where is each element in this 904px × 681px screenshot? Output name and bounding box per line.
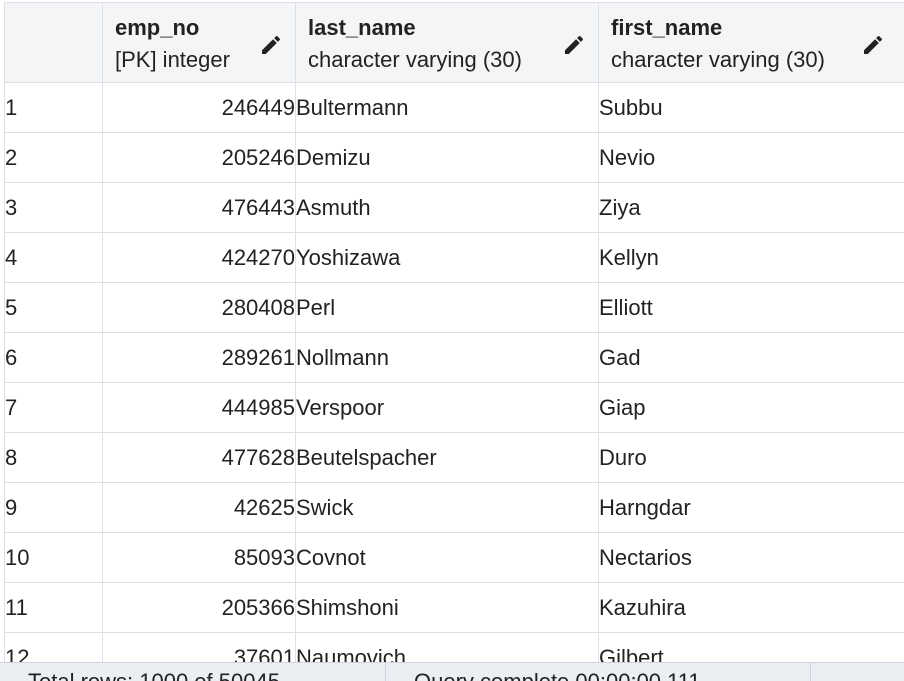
column-name: last_name [308, 15, 416, 41]
first-name-cell[interactable]: Nectarios [599, 533, 904, 583]
emp-no-cell[interactable]: 477628 [103, 433, 296, 483]
last-name-cell[interactable]: Swick [296, 483, 599, 533]
row-number-cell[interactable]: 6 [5, 333, 103, 383]
emp-no-cell[interactable]: 289261 [103, 333, 296, 383]
result-grid: emp_no [PK] integer last_name character … [4, 2, 904, 662]
table-row[interactable]: 942625SwickHarngdar [5, 483, 904, 533]
row-number-cell[interactable]: 2 [5, 133, 103, 183]
total-rows-text: Total rows: 1000 of 50045 [28, 669, 280, 681]
emp-no-cell[interactable]: 246449 [103, 83, 296, 133]
table-row[interactable]: 8477628BeutelspacherDuro [5, 433, 904, 483]
status-bar: Total rows: 1000 of 50045 Query complete… [0, 662, 904, 681]
row-number-cell[interactable]: 9 [5, 483, 103, 533]
first-name-cell[interactable]: Harngdar [599, 483, 904, 533]
last-name-cell[interactable]: Beutelspacher [296, 433, 599, 483]
column-type: character varying (30) [308, 47, 522, 73]
query-complete-text: Query complete 00:00:00.111 [414, 669, 701, 681]
emp-no-cell[interactable]: 444985 [103, 383, 296, 433]
first-name-cell[interactable]: Kazuhira [599, 583, 904, 633]
column-name: first_name [611, 15, 722, 41]
pencil-icon[interactable] [562, 33, 586, 57]
first-name-cell[interactable]: Gilbert [599, 633, 904, 663]
table-row[interactable]: 3476443AsmuthZiya [5, 183, 904, 233]
last-name-cell[interactable]: Bultermann [296, 83, 599, 133]
last-name-cell[interactable]: Naumovich [296, 633, 599, 663]
last-name-cell[interactable]: Demizu [296, 133, 599, 183]
table-row[interactable]: 4424270YoshizawaKellyn [5, 233, 904, 283]
last-name-cell[interactable]: Covnot [296, 533, 599, 583]
status-total-rows: Total rows: 1000 of 50045 [0, 663, 386, 681]
first-name-cell[interactable]: Duro [599, 433, 904, 483]
table-row[interactable]: 1237601NaumovichGilbert [5, 633, 904, 663]
table-row[interactable]: 1085093CovnotNectarios [5, 533, 904, 583]
table-row[interactable]: 6289261NollmannGad [5, 333, 904, 383]
row-number-cell[interactable]: 8 [5, 433, 103, 483]
row-number-cell[interactable]: 12 [5, 633, 103, 663]
emp-no-cell[interactable]: 85093 [103, 533, 296, 583]
row-number-cell[interactable]: 7 [5, 383, 103, 433]
table-row[interactable]: 5280408PerlElliott [5, 283, 904, 333]
emp-no-cell[interactable]: 280408 [103, 283, 296, 333]
first-name-cell[interactable]: Ziya [599, 183, 904, 233]
grid-body: 1246449BultermannSubbu2205246DemizuNevio… [5, 83, 904, 663]
last-name-cell[interactable]: Perl [296, 283, 599, 333]
emp-no-cell[interactable]: 205366 [103, 583, 296, 633]
row-number-cell[interactable]: 1 [5, 83, 103, 133]
row-number-header[interactable] [5, 3, 103, 83]
table-row[interactable]: 7444985VerspoorGiap [5, 383, 904, 433]
emp-no-cell[interactable]: 424270 [103, 233, 296, 283]
first-name-cell[interactable]: Kellyn [599, 233, 904, 283]
status-query-complete: Query complete 00:00:00.111 [386, 663, 811, 681]
emp-no-cell[interactable]: 42625 [103, 483, 296, 533]
column-header-emp-no[interactable]: emp_no [PK] integer [103, 3, 296, 83]
last-name-cell[interactable]: Shimshoni [296, 583, 599, 633]
pencil-icon[interactable] [861, 33, 885, 57]
row-number-cell[interactable]: 11 [5, 583, 103, 633]
column-header-first-name[interactable]: first_name character varying (30) [599, 3, 904, 83]
first-name-cell[interactable]: Gad [599, 333, 904, 383]
column-type: [PK] integer [115, 47, 230, 73]
column-name: emp_no [115, 15, 199, 41]
table-row[interactable]: 1246449BultermannSubbu [5, 83, 904, 133]
row-number-cell[interactable]: 5 [5, 283, 103, 333]
table-row[interactable]: 2205246DemizuNevio [5, 133, 904, 183]
pencil-icon[interactable] [259, 33, 283, 57]
table-row[interactable]: 11205366ShimshoniKazuhira [5, 583, 904, 633]
column-header-last-name[interactable]: last_name character varying (30) [296, 3, 599, 83]
emp-no-cell[interactable]: 37601 [103, 633, 296, 663]
first-name-cell[interactable]: Nevio [599, 133, 904, 183]
header-row: emp_no [PK] integer last_name character … [5, 3, 904, 83]
last-name-cell[interactable]: Yoshizawa [296, 233, 599, 283]
last-name-cell[interactable]: Asmuth [296, 183, 599, 233]
emp-no-cell[interactable]: 476443 [103, 183, 296, 233]
row-number-cell[interactable]: 3 [5, 183, 103, 233]
column-type: character varying (30) [611, 47, 825, 73]
result-grid-container: emp_no [PK] integer last_name character … [0, 0, 904, 662]
last-name-cell[interactable]: Verspoor [296, 383, 599, 433]
first-name-cell[interactable]: Elliott [599, 283, 904, 333]
emp-no-cell[interactable]: 205246 [103, 133, 296, 183]
first-name-cell[interactable]: Giap [599, 383, 904, 433]
last-name-cell[interactable]: Nollmann [296, 333, 599, 383]
first-name-cell[interactable]: Subbu [599, 83, 904, 133]
row-number-cell[interactable]: 4 [5, 233, 103, 283]
row-number-cell[interactable]: 10 [5, 533, 103, 583]
